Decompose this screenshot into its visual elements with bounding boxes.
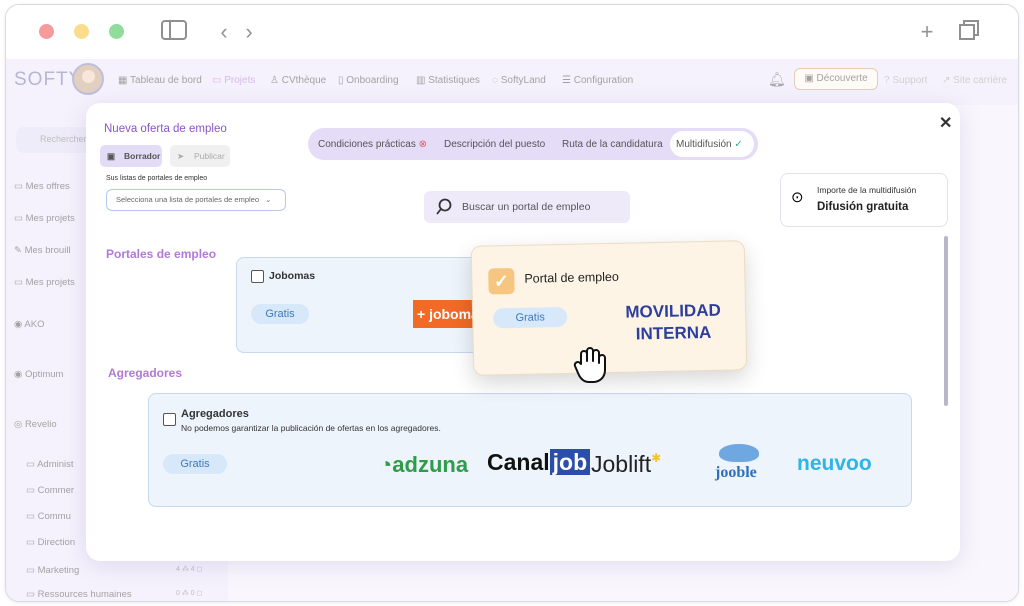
close-icon[interactable]: ✕: [939, 113, 952, 133]
check-circle-icon: ✓: [734, 139, 743, 150]
publish-button[interactable]: ➤ Publicar: [170, 145, 230, 167]
browser-window: ‹ › + SOFTY ▦ Tableau de bord ▭ Projets …: [5, 4, 1019, 602]
multidifusion-cost-box: ⊙ Importe de la multidifusión Difusión g…: [780, 173, 948, 227]
tab-ruta[interactable]: Ruta de la candidatura: [562, 139, 663, 150]
section-title-portals: Portales de empleo: [106, 247, 217, 261]
portal-name: Portal de empleo: [524, 269, 620, 286]
tab-descripcion[interactable]: Descripción del puesto: [444, 139, 545, 150]
tab-multidifusion[interactable]: Multidifusión ✓: [676, 139, 743, 150]
neuvoo-logo: neuvoo: [797, 452, 872, 475]
portal-search-input[interactable]: Buscar un portal de empleo: [424, 191, 630, 223]
portal-list-select[interactable]: Selecciona una lista de portales de empl…: [106, 189, 286, 211]
save-icon: ▣: [107, 151, 116, 161]
jobomas-checkbox[interactable]: [251, 270, 264, 283]
draft-button[interactable]: ▣ Borrador: [100, 145, 162, 167]
checked-checkbox[interactable]: ✓: [488, 267, 515, 295]
chevron-down-icon: ⌄: [265, 195, 272, 204]
aggregators-name: Agregadores: [181, 408, 249, 420]
price-badge: Gratis: [492, 306, 568, 329]
joblift-logo: Joblift✱: [591, 451, 662, 477]
error-circle-icon: ⊗: [418, 139, 427, 150]
new-job-offer-modal: ✕ Nueva oferta de empleo ▣ Borrador ➤ Pu…: [86, 103, 960, 561]
price-badge: Gratis: [251, 304, 309, 324]
portal-list-label: Sus listas de portales de empleo: [106, 175, 208, 182]
section-title-aggregators: Agregadores: [108, 366, 183, 380]
aggregators-checkbox[interactable]: [163, 413, 176, 426]
canaljob-logo: Canal job: [487, 449, 591, 476]
dragged-portal-card[interactable]: ✓ Portal de empleo Gratis MOVILIDAD INTE…: [470, 240, 748, 376]
aggregators-card[interactable]: Agregadores No podemos garantizar la pub…: [148, 393, 912, 507]
grab-cursor-icon: [573, 347, 606, 383]
cost-label: Importe de la multidifusión: [817, 185, 917, 195]
modal-title: Nueva oferta de empleo: [104, 123, 227, 135]
adzuna-mark-icon: ◔: [379, 452, 393, 477]
star-icon: ✱: [651, 451, 662, 465]
cost-value: Difusión gratuita: [817, 201, 909, 213]
price-badge: Gratis: [163, 454, 227, 474]
adzuna-logo: ◔adzuna: [379, 452, 469, 477]
send-icon: ➤: [177, 151, 185, 161]
search-icon: [436, 198, 452, 215]
modal-scrollbar[interactable]: [944, 236, 948, 406]
jooble-mark-icon: [719, 444, 759, 462]
jooble-logo: jooble: [715, 444, 759, 482]
portal-name: Jobomas: [269, 270, 316, 282]
tab-condiciones[interactable]: Condiciones prácticas ⊗: [318, 139, 427, 150]
coins-icon: ⊙: [791, 189, 804, 206]
aggregators-note: No podemos garantizar la publicación de …: [181, 423, 441, 433]
step-tabs: Condiciones prácticas ⊗ Descripción del …: [308, 128, 758, 160]
movilidad-interna-logo: MOVILIDAD INTERNA: [625, 300, 721, 344]
